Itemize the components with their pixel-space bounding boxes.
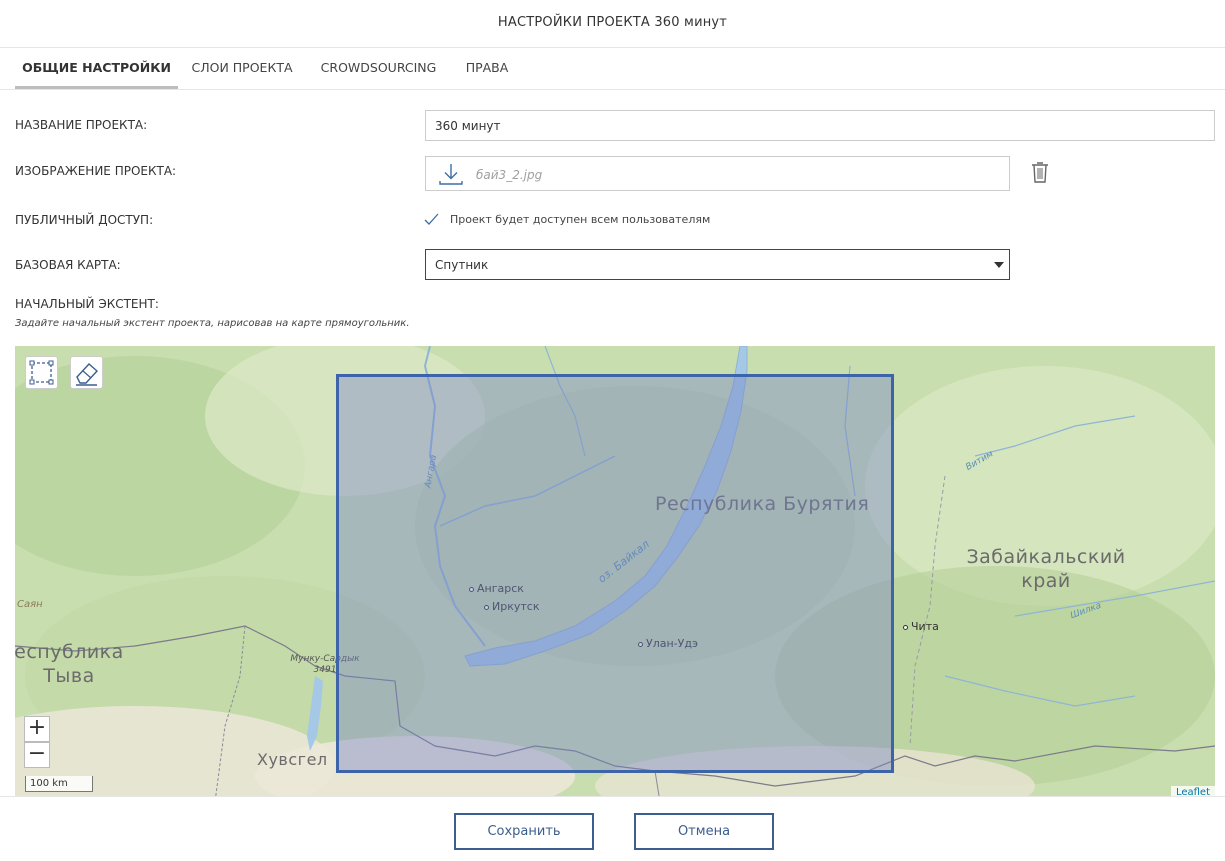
project-name-input[interactable] bbox=[425, 110, 1215, 141]
checkmark-icon[interactable] bbox=[423, 211, 439, 227]
extent-rectangle[interactable] bbox=[336, 374, 894, 773]
tab-project-layers[interactable]: СЛОИ ПРОЕКТА bbox=[185, 48, 299, 89]
tab-crowdsourcing[interactable]: CROWDSOURCING bbox=[313, 48, 444, 89]
dialog-footer: Сохранить Отмена bbox=[0, 796, 1225, 861]
region-label-tyva: еспублика Тыва bbox=[15, 641, 124, 687]
download-icon bbox=[439, 164, 463, 185]
tab-bar: ОБЩИЕ НАСТРОЙКИ СЛОИ ПРОЕКТА CROWDSOURCI… bbox=[0, 48, 1225, 90]
region-label-khovsgol: Хувсгел bbox=[257, 750, 328, 769]
initial-extent-hint: Задайте начальный экстент проекта, нарис… bbox=[15, 318, 410, 329]
project-image-upload[interactable]: бай3_2.jpg bbox=[425, 156, 1010, 191]
initial-extent-label: НАЧАЛЬНЫЙ ЭКСТЕНТ: bbox=[15, 297, 159, 311]
draw-rectangle-button[interactable] bbox=[25, 356, 58, 389]
tab-general-settings[interactable]: ОБЩИЕ НАСТРОЙКИ bbox=[15, 48, 178, 89]
image-file-name: бай3_2.jpg bbox=[476, 168, 543, 182]
project-name-label: НАЗВАНИЕ ПРОЕКТА: bbox=[15, 118, 148, 132]
eraser-icon bbox=[76, 363, 99, 386]
tab-rights[interactable]: ПРАВА bbox=[458, 48, 516, 89]
public-access-label: ПУБЛИЧНЫЙ ДОСТУП: bbox=[15, 213, 154, 227]
city-label-chita: Чита bbox=[903, 620, 939, 633]
save-button[interactable]: Сохранить bbox=[454, 813, 594, 850]
basemap-value: Спутник bbox=[435, 258, 489, 272]
trash-icon[interactable] bbox=[1030, 160, 1050, 184]
dialog-header: НАСТРОЙКИ ПРОЕКТА 360 минут bbox=[0, 0, 1225, 48]
rectangle-select-icon bbox=[29, 360, 54, 385]
basemap-select[interactable]: Спутник bbox=[425, 249, 1010, 280]
basemap-label: БАЗОВАЯ КАРТА: bbox=[15, 258, 121, 272]
scale-bar: 100 km bbox=[25, 776, 93, 792]
range-label-sayan: Саян bbox=[17, 599, 43, 610]
zoom-out-button[interactable]: − bbox=[24, 742, 50, 768]
region-label-zabaikalsky: Забайкальский край bbox=[966, 546, 1126, 592]
dialog-title: НАСТРОЙКИ ПРОЕКТА 360 минут bbox=[497, 15, 728, 30]
cancel-button[interactable]: Отмена bbox=[634, 813, 774, 850]
erase-extent-button[interactable] bbox=[70, 356, 103, 389]
map-view[interactable]: Республика Бурятия Забайкальский край ес… bbox=[15, 346, 1215, 802]
chevron-down-icon bbox=[994, 262, 1004, 268]
zoom-in-button[interactable]: + bbox=[24, 716, 50, 742]
project-image-label: ИЗОБРАЖЕНИЕ ПРОЕКТА: bbox=[15, 164, 177, 178]
public-access-text: Проект будет доступен всем пользователям bbox=[450, 213, 711, 226]
